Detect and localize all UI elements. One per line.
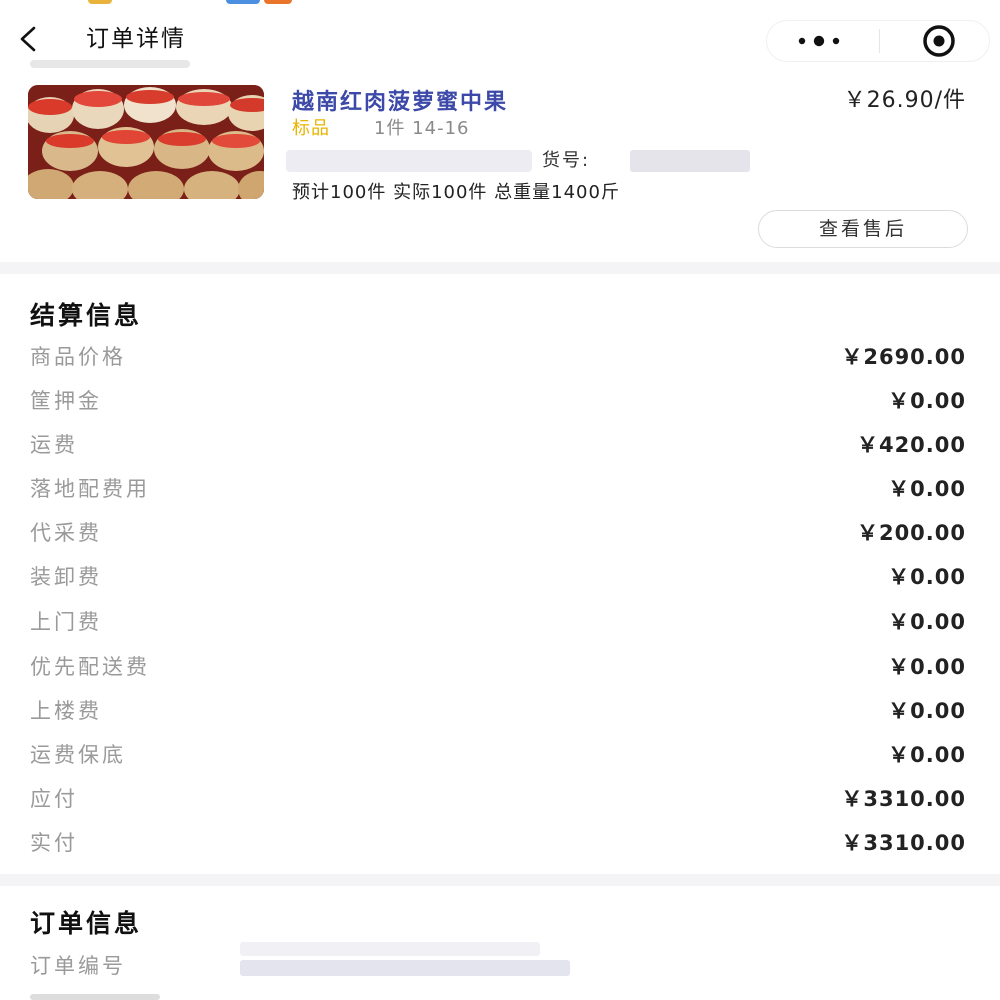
product-image[interactable]	[28, 85, 264, 199]
target-icon[interactable]	[881, 21, 987, 61]
row-value: ￥3310.00	[841, 787, 966, 811]
settlement-row: 运费 ￥420.00	[0, 423, 1000, 467]
row-label: 优先配送费	[30, 655, 150, 679]
redacted-field	[286, 150, 532, 172]
order-number-label: 订单编号	[30, 954, 126, 978]
redacted-order-number	[240, 960, 570, 976]
settlement-row: 应付 ￥3310.00	[0, 777, 1000, 821]
settlement-row: 优先配送费 ￥0.00	[0, 645, 1000, 689]
page-title: 订单详情	[86, 26, 186, 52]
status-indicator	[226, 0, 260, 4]
row-value: ￥0.00	[888, 699, 966, 723]
product-tag: 标品	[292, 118, 330, 139]
settlement-card: 结算信息 商品价格 ￥2690.00 筐押金 ￥0.00 运费 ￥420.00 …	[0, 274, 1000, 874]
row-value: ￥420.00	[856, 433, 966, 457]
cropped-text	[30, 60, 190, 68]
back-icon[interactable]	[14, 22, 42, 56]
view-after-sale-button[interactable]: 查看售后	[758, 210, 968, 248]
row-value: ￥0.00	[888, 565, 966, 589]
row-value: ￥200.00	[856, 521, 966, 545]
row-value: ￥0.00	[888, 610, 966, 634]
more-icon[interactable]	[767, 21, 877, 61]
sku-label: 货号:	[542, 150, 591, 171]
status-indicator	[264, 0, 292, 4]
row-label: 应付	[30, 787, 78, 811]
product-name[interactable]: 越南红肉菠萝蜜中果	[292, 84, 508, 116]
cropped-text	[30, 994, 160, 1000]
row-label: 运费	[30, 433, 78, 457]
row-value: ￥0.00	[888, 477, 966, 501]
row-label: 运费保底	[30, 743, 126, 767]
product-price: ￥26.90/件	[843, 88, 966, 113]
row-value: ￥3310.00	[841, 831, 966, 855]
row-value: ￥2690.00	[841, 345, 966, 369]
section-title: 订单信息	[30, 909, 143, 938]
capsule-divider	[879, 29, 880, 53]
row-label: 商品价格	[30, 345, 126, 369]
settlement-row: 装卸费 ￥0.00	[0, 555, 1000, 599]
settlement-row: 运费保底 ￥0.00	[0, 733, 1000, 777]
section-title: 结算信息	[30, 301, 143, 330]
redacted-sku	[630, 150, 750, 172]
product-card: 越南红肉菠萝蜜中果 ￥26.90/件 标品 1件 14-16 货号: 预计100…	[0, 60, 1000, 262]
settlement-row: 代采费 ￥200.00	[0, 511, 1000, 555]
row-label: 装卸费	[30, 565, 102, 589]
quantity-summary: 预计100件 实际100件 总重量1400斤	[292, 182, 620, 203]
settlement-row: 落地配费用 ￥0.00	[0, 467, 1000, 511]
settlement-row: 商品价格 ￥2690.00	[0, 335, 1000, 379]
order-info-card: 订单信息 订单编号	[0, 886, 1000, 1000]
row-value: ￥0.00	[888, 655, 966, 679]
settlement-row: 上楼费 ￥0.00	[0, 689, 1000, 733]
row-label: 上门费	[30, 610, 102, 634]
mini-program-capsule	[766, 20, 990, 62]
row-label: 落地配费用	[30, 477, 150, 501]
row-value: ￥0.00	[888, 743, 966, 767]
status-indicator	[88, 0, 112, 4]
settlement-row: 实付 ￥3310.00	[0, 821, 1000, 865]
status-bar	[0, 0, 1000, 8]
row-label: 上楼费	[30, 699, 102, 723]
row-label: 实付	[30, 831, 78, 855]
row-value: ￥0.00	[888, 389, 966, 413]
settlement-row: 筐押金 ￥0.00	[0, 379, 1000, 423]
row-label: 代采费	[30, 521, 102, 545]
redacted-order-number	[240, 942, 540, 956]
product-spec: 1件 14-16	[374, 118, 470, 139]
settlement-row: 上门费 ￥0.00	[0, 600, 1000, 644]
row-label: 筐押金	[30, 389, 102, 413]
